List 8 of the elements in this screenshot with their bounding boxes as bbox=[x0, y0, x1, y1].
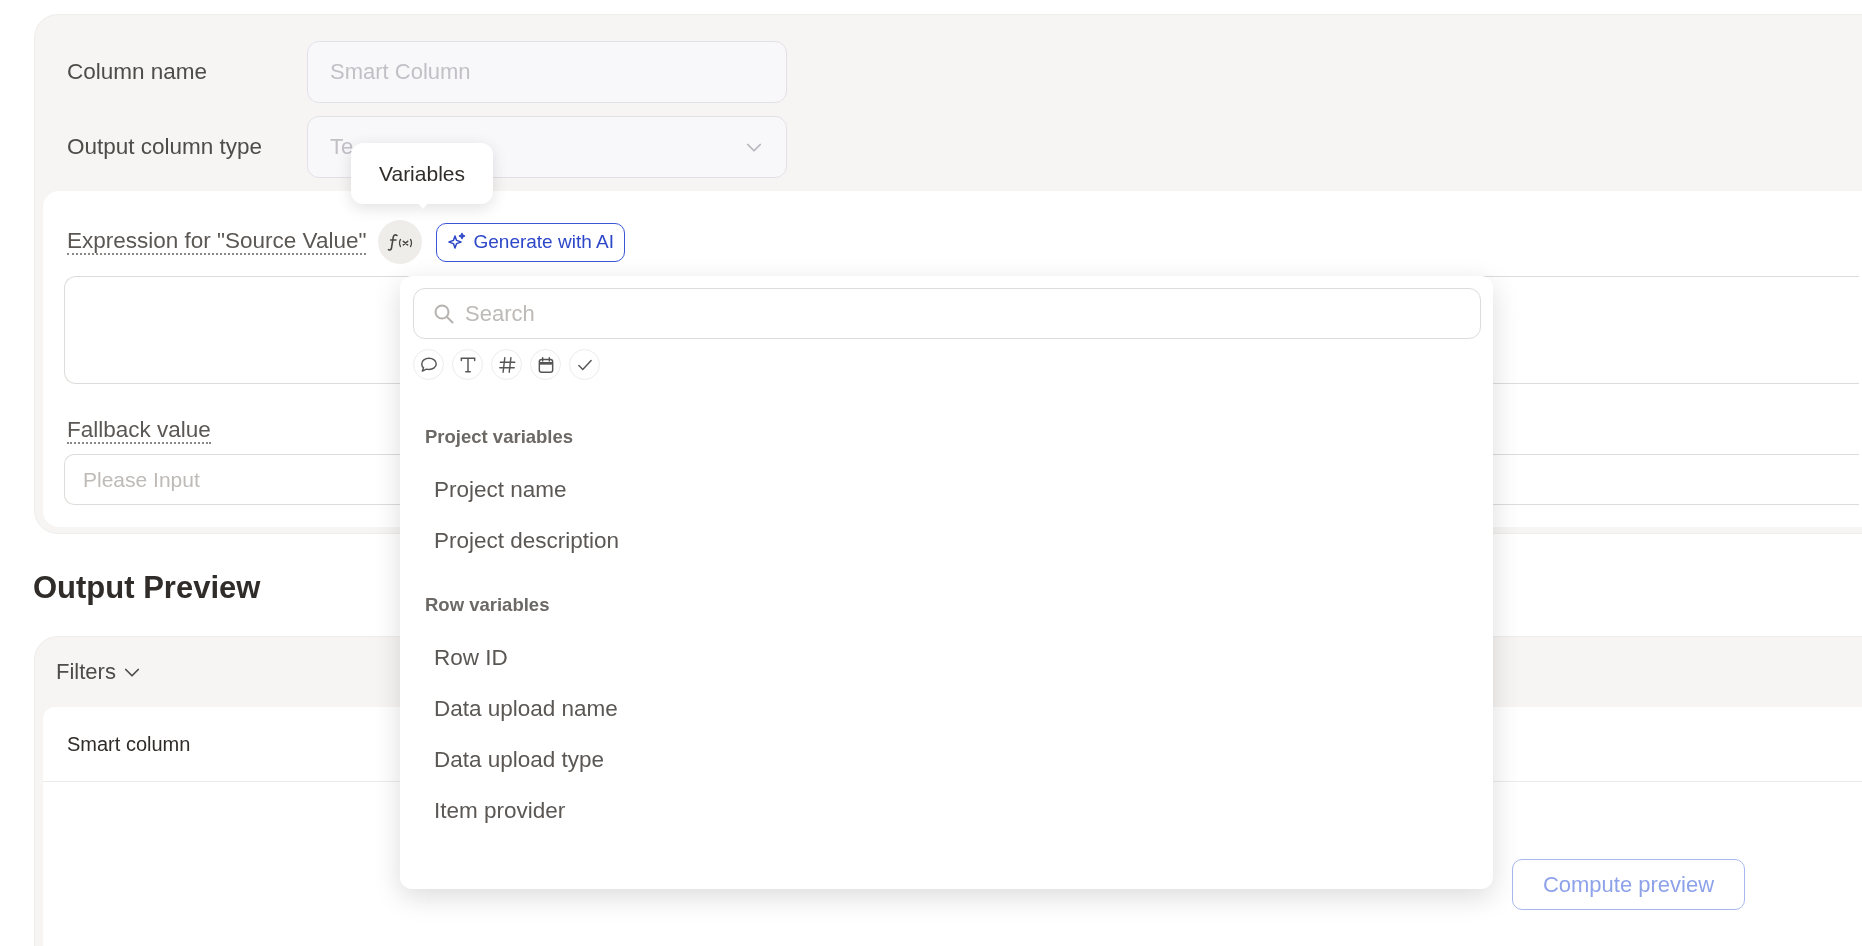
group-heading: Project variables bbox=[425, 426, 575, 448]
fallback-label: Fallback value bbox=[67, 418, 211, 444]
section-heading: Output Preview bbox=[33, 570, 261, 606]
tooltip: Variables bbox=[351, 143, 493, 204]
group-heading: Row variables bbox=[425, 594, 551, 616]
expression-label: Expression for "Source Value" bbox=[67, 229, 367, 255]
field-label: Output column type bbox=[67, 134, 264, 160]
field-label: Column name bbox=[67, 59, 209, 85]
